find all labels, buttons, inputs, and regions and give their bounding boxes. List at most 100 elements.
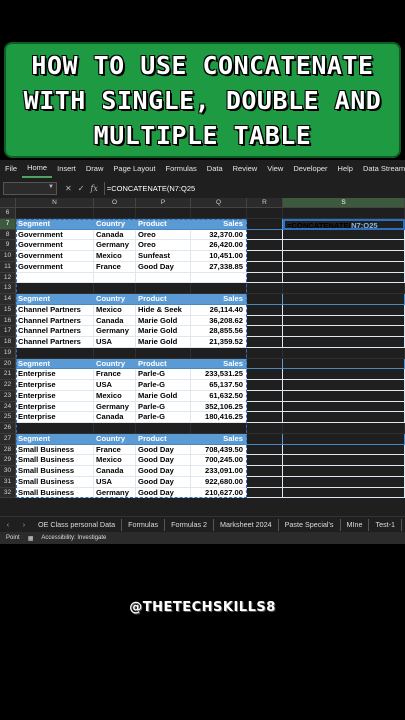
cell-p13[interactable]: [136, 283, 191, 294]
cell-q14[interactable]: Sales: [191, 294, 247, 305]
cell-n21[interactable]: Enterprise: [16, 369, 94, 380]
cell-s26[interactable]: [283, 423, 405, 434]
worksheet-grid[interactable]: NOPQRS 6 7 Segment Country Product Sales =CONC…: [0, 198, 405, 499]
cell-p9[interactable]: Oreo: [136, 240, 191, 251]
cell-r31[interactable]: [247, 476, 283, 488]
cell-r22[interactable]: [247, 380, 283, 391]
column-header-n[interactable]: N: [16, 198, 94, 207]
name-box[interactable]: ▼: [3, 181, 57, 195]
cell-n9[interactable]: Government: [16, 240, 94, 251]
cell-s18[interactable]: [283, 337, 405, 348]
chevron-down-icon[interactable]: ▼: [48, 184, 54, 190]
column-header-r[interactable]: R: [247, 198, 283, 207]
active-cell-s7[interactable]: =CONCATENATE(N7:Q25: [283, 218, 405, 230]
cell-s20[interactable]: [283, 358, 405, 370]
cell-s24[interactable]: [283, 401, 405, 413]
cell-q23[interactable]: 61,632.50: [191, 390, 247, 402]
cell-o13[interactable]: [94, 283, 136, 294]
cell-o21[interactable]: France: [94, 369, 136, 380]
cell-o8[interactable]: Canada: [94, 229, 136, 241]
cell-o25[interactable]: Canada: [94, 412, 136, 423]
menu-home[interactable]: Home: [22, 160, 53, 178]
cell-r16[interactable]: [247, 315, 283, 327]
cell-r28[interactable]: [247, 444, 283, 456]
cell-p19[interactable]: [136, 347, 191, 359]
cell-q27[interactable]: Sales: [191, 433, 247, 445]
menu-file[interactable]: File: [0, 160, 22, 178]
cell-r10[interactable]: [247, 251, 283, 262]
column-header-o[interactable]: O: [94, 198, 136, 207]
cell-n28[interactable]: Small Business: [16, 444, 94, 456]
cell-p31[interactable]: Good Day: [136, 476, 191, 488]
sheet-tab[interactable]: MIne: [341, 518, 370, 531]
cell-p10[interactable]: Sunfeast: [136, 251, 191, 262]
cancel-icon[interactable]: ✕: [65, 184, 72, 193]
menu-insert[interactable]: Insert: [52, 160, 81, 178]
cell-n12[interactable]: [16, 272, 94, 284]
cell-n26[interactable]: [16, 423, 94, 434]
cell-s31[interactable]: [283, 476, 405, 488]
sheet-tab[interactable]: Test-1: [369, 518, 403, 531]
cell-s29[interactable]: [283, 455, 405, 466]
cell-q12[interactable]: [191, 272, 247, 284]
cell-s23[interactable]: [283, 390, 405, 402]
row-number[interactable]: 32: [0, 487, 16, 499]
row-number[interactable]: 13: [0, 283, 16, 294]
cell-r13[interactable]: [247, 283, 283, 294]
menu-draw[interactable]: Draw: [81, 160, 109, 178]
cell-n6[interactable]: [16, 208, 94, 219]
cell-q30[interactable]: 233,091.00: [191, 466, 247, 477]
cell-s14[interactable]: [283, 294, 405, 305]
menu-formulas[interactable]: Formulas: [161, 160, 202, 178]
cell-r8[interactable]: [247, 229, 283, 241]
row-number[interactable]: 24: [0, 401, 16, 413]
cell-r9[interactable]: [247, 240, 283, 251]
cell-q18[interactable]: 21,359.52: [191, 337, 247, 348]
cell-p15[interactable]: Hide & Seek: [136, 304, 191, 316]
cell-o10[interactable]: Mexico: [94, 251, 136, 262]
cell-n8[interactable]: Government: [16, 229, 94, 241]
cell-p11[interactable]: Good Day: [136, 261, 191, 273]
cell-o18[interactable]: USA: [94, 337, 136, 348]
cell-p32[interactable]: Good Day: [136, 487, 191, 499]
sheet-tab[interactable]: OE Class personal Data: [32, 518, 123, 531]
cell-s10[interactable]: [283, 251, 405, 262]
cell-o31[interactable]: USA: [94, 476, 136, 488]
cell-o16[interactable]: Canada: [94, 315, 136, 327]
cell-n20[interactable]: Segment: [16, 358, 94, 370]
cell-o29[interactable]: Mexico: [94, 455, 136, 466]
row-number[interactable]: 10: [0, 251, 16, 262]
cell-r24[interactable]: [247, 401, 283, 413]
cell-o19[interactable]: [94, 347, 136, 359]
cell-n17[interactable]: Channel Partners: [16, 326, 94, 337]
menu-help[interactable]: Help: [333, 160, 358, 178]
cell-r12[interactable]: [247, 272, 283, 284]
cell-o12[interactable]: [94, 272, 136, 284]
cell-o20[interactable]: Country: [94, 358, 136, 370]
cell-n30[interactable]: Small Business: [16, 466, 94, 477]
cell-n27[interactable]: Segment: [16, 433, 94, 445]
row-number[interactable]: 31: [0, 476, 16, 488]
cell-q25[interactable]: 180,416.25: [191, 412, 247, 423]
cell-r26[interactable]: [247, 423, 283, 434]
formula-input[interactable]: =CONCATENATE(N7:Q25: [103, 181, 405, 195]
menu-view[interactable]: View: [262, 160, 288, 178]
cell-o7[interactable]: Country: [94, 218, 136, 230]
cell-s28[interactable]: [283, 444, 405, 456]
cell-n13[interactable]: [16, 283, 94, 294]
cell-r32[interactable]: [247, 487, 283, 499]
cell-q11[interactable]: 27,338.85: [191, 261, 247, 273]
column-header-p[interactable]: P: [136, 198, 191, 207]
row-number[interactable]: 16: [0, 315, 16, 327]
cell-q26[interactable]: [191, 423, 247, 434]
cell-p12[interactable]: [136, 272, 191, 284]
cell-o17[interactable]: Germany: [94, 326, 136, 337]
cell-p28[interactable]: Good Day: [136, 444, 191, 456]
chevron-left-icon[interactable]: ‹: [0, 520, 16, 529]
cell-o11[interactable]: France: [94, 261, 136, 273]
cell-o6[interactable]: [94, 208, 136, 219]
cell-s9[interactable]: [283, 240, 405, 251]
cell-r27[interactable]: [247, 433, 283, 445]
row-number[interactable]: 6: [0, 208, 16, 219]
cell-q32[interactable]: 210,627.00: [191, 487, 247, 499]
